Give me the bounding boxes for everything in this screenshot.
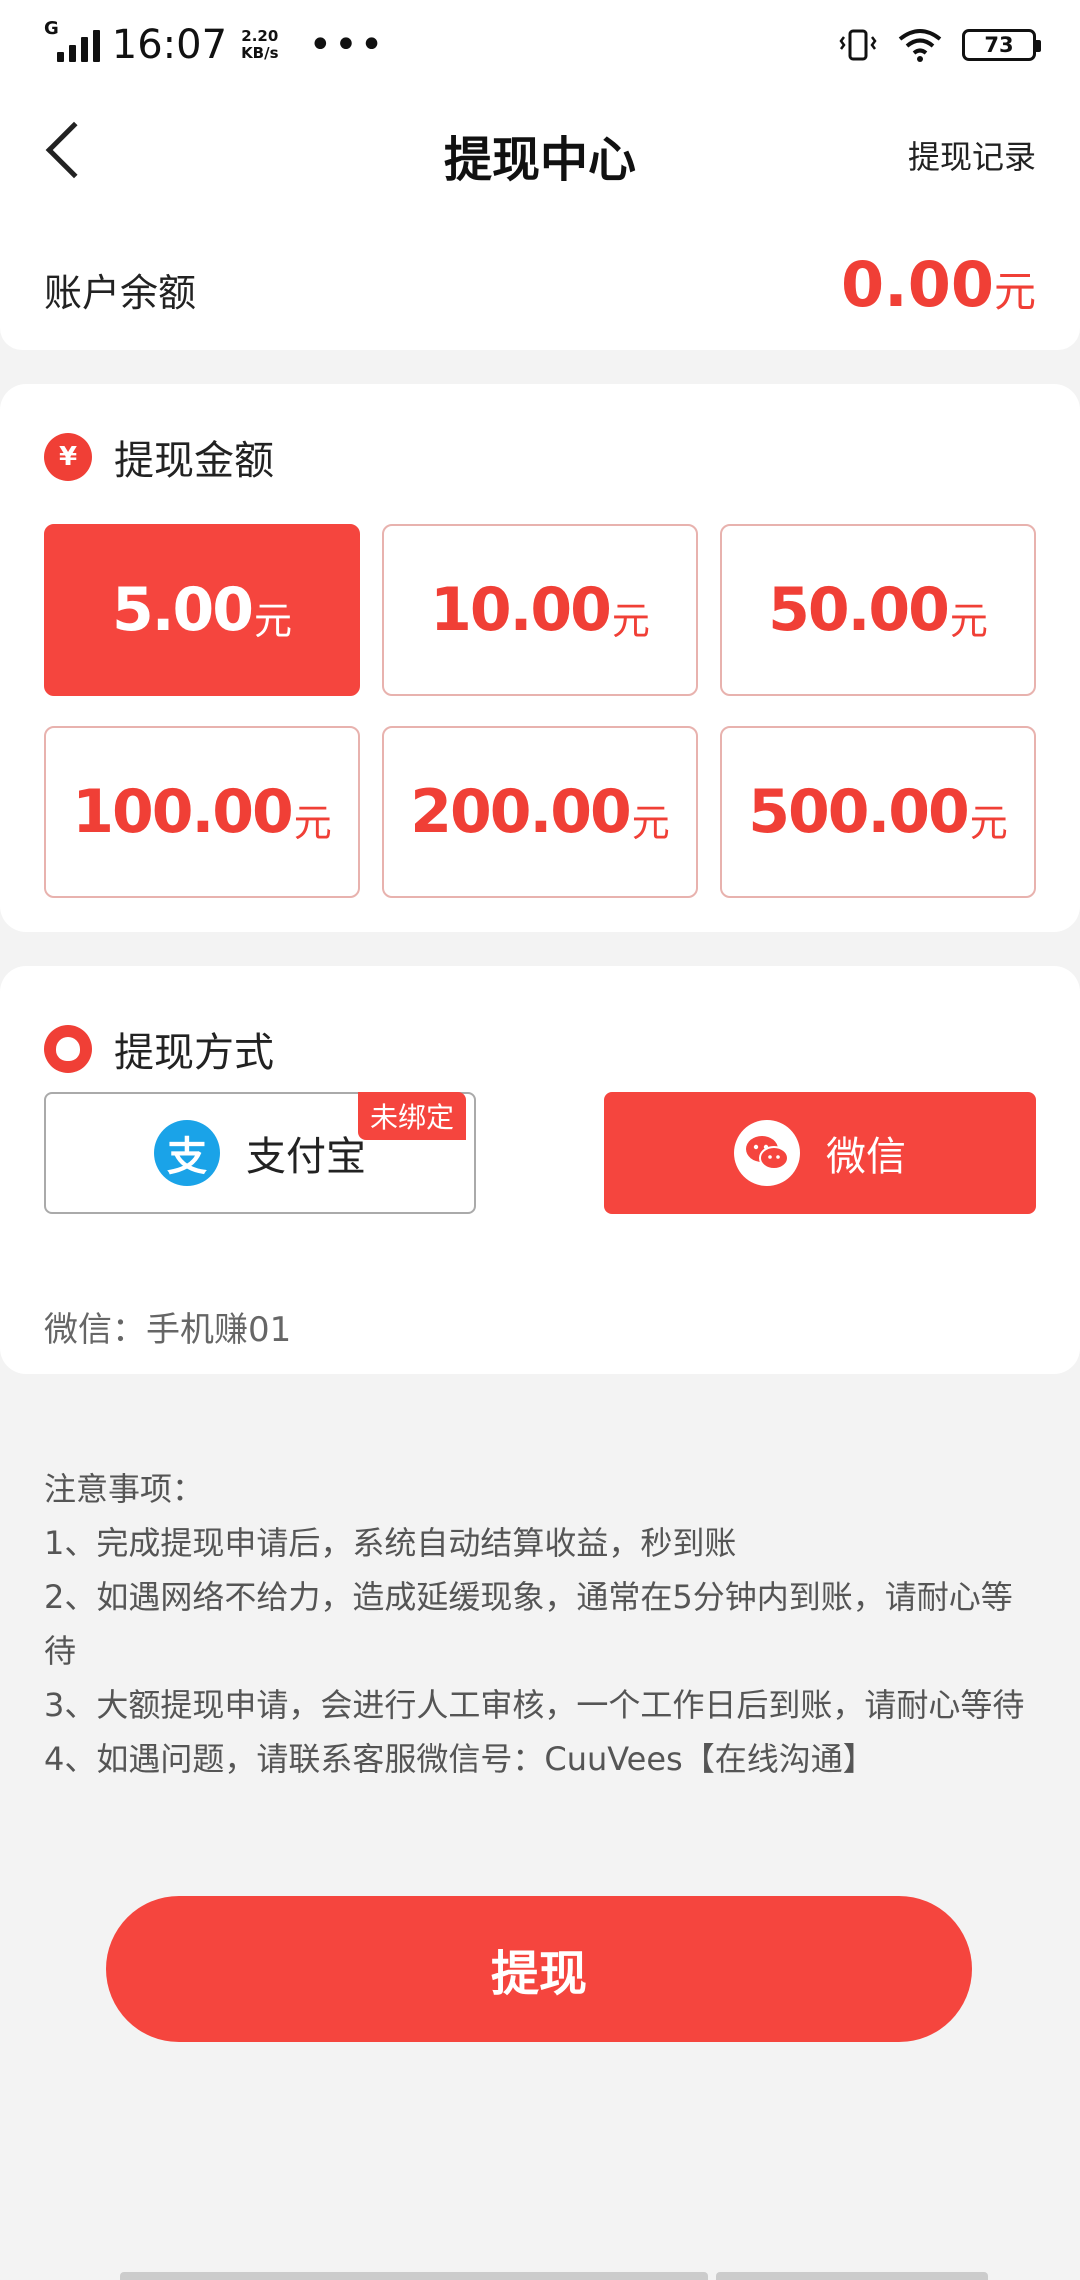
amount-card: ¥ 提现金额 5.00 元 10.00 元 50.00 元 100.00 元 200.0… <box>0 384 1080 932</box>
amount-option-50[interactable]: 50.00 元 <box>720 524 1036 696</box>
network-speed: 2.20 KB/s <box>241 27 279 62</box>
yuan-icon: ¥ <box>44 433 92 481</box>
balance-label: 账户余额 <box>44 271 197 315</box>
status-right: 73 <box>838 25 1041 65</box>
money-bag-icon <box>44 1025 92 1073</box>
nav-bar-segment <box>372 2272 708 2280</box>
notes-item-4: 4、如遇问题，请联系客服微信号：CuuVees【在线沟通】 <box>44 1740 875 1778</box>
more-icon: ••• <box>308 22 386 68</box>
alipay-icon: 支 <box>154 1120 220 1186</box>
notes-title: 注意事项： <box>44 1470 205 1508</box>
amount-option-100[interactable]: 100.00 元 <box>44 726 360 898</box>
amount-title: 提现金额 <box>114 438 274 484</box>
wechat-option[interactable]: 微信 <box>604 1092 1036 1214</box>
status-bar: G 16:07 2.20 KB/s ••• 73 <box>0 0 1080 90</box>
method-title: 提现方式 <box>114 1030 274 1076</box>
wechat-label: 微信 <box>826 1134 906 1180</box>
nav-bar-segment <box>716 2272 988 2280</box>
amount-option-200[interactable]: 200.00 元 <box>382 726 698 898</box>
battery-icon: 73 <box>962 29 1041 61</box>
amount-option-10[interactable]: 10.00 元 <box>382 524 698 696</box>
nav-bar: 提现中心 提现记录 <box>0 90 1080 220</box>
withdraw-button[interactable]: 提现 <box>106 1896 972 2042</box>
vibrate-icon <box>839 29 877 61</box>
unbound-badge: 未绑定 <box>358 1092 467 1140</box>
amount-option-500[interactable]: 500.00 元 <box>720 726 1036 898</box>
notes-item-3: 3、大额提现申请，会进行人工审核，一个工作日后到账，请耐心等待 <box>44 1686 1025 1724</box>
wechat-icon <box>734 1120 800 1186</box>
signal-icon <box>56 28 100 62</box>
amount-section-title: ¥ 提现金额 <box>44 428 274 486</box>
withdraw-record-link[interactable]: 提现记录 <box>908 132 1036 178</box>
amount-option-5[interactable]: 5.00 元 <box>44 524 360 696</box>
balance-row: 账户余额 0.00元 <box>0 220 1080 350</box>
wifi-icon <box>898 29 942 62</box>
bound-account-text: 微信：手机赚01 <box>44 1310 292 1350</box>
balance-unit: 元 <box>993 267 1036 316</box>
balance-amount: 0.00 <box>841 248 994 321</box>
notes-item-1: 1、完成提现申请后，系统自动结算收益，秒到账 <box>44 1524 737 1562</box>
alipay-label: 支付宝 <box>246 1134 366 1180</box>
method-section-title: 提现方式 <box>44 1020 274 1078</box>
balance-value: 0.00元 <box>841 248 1036 321</box>
notes-section: 注意事项： 1、完成提现申请后，系统自动结算收益，秒到账 2、如遇网络不给力，造… <box>44 1462 1044 1786</box>
clock: 16:07 <box>111 22 228 68</box>
notes-item-2: 2、如遇网络不给力，造成延缓现象，通常在5分钟内到账，请耐心等待 <box>44 1578 1013 1670</box>
nav-bar-segment <box>120 2272 402 2280</box>
method-card: 提现方式 支 支付宝 未绑定 微信 微信：手机赚01 <box>0 966 1080 1374</box>
